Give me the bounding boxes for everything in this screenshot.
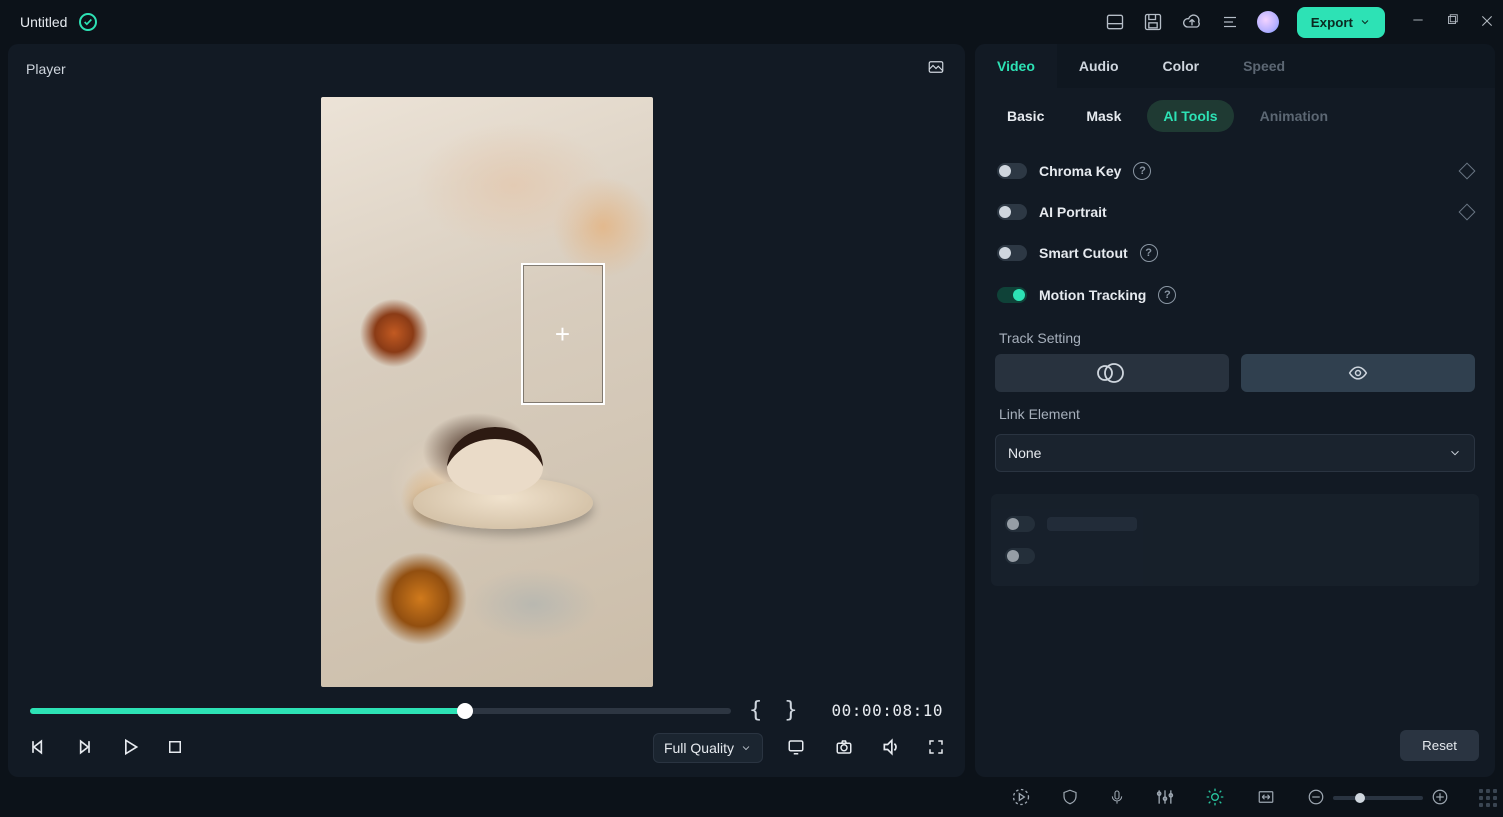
tab-speed: Speed [1221,44,1307,88]
disabled-toggle-2 [1005,548,1035,564]
reset-button[interactable]: Reset [1400,730,1479,761]
disabled-toggle-1 [1005,516,1035,532]
preview-canvas[interactable]: + [321,97,653,687]
save-icon[interactable] [1143,12,1163,32]
motion-track-frame[interactable]: + [521,263,605,405]
prop-tabs: Video Audio Color Speed [975,44,1495,88]
timecode-display: 00:00:08:10 [832,701,943,720]
smart-cutout-toggle[interactable] [997,245,1027,261]
help-icon[interactable] [1133,162,1151,180]
prev-frame-button[interactable] [28,737,48,760]
window-maximize-button[interactable] [1445,13,1459,32]
playhead-slider[interactable] [30,708,731,714]
player-panel: Player + { } 00:00:08:10 [8,44,965,777]
track-visibility-button[interactable] [1241,354,1475,392]
shield-icon[interactable] [1061,787,1079,810]
titlebar: Untitled Export [0,0,1503,44]
stop-button[interactable] [166,738,184,759]
export-button-label: Export [1311,15,1353,30]
player-title: Player [26,61,66,77]
subtab-aitools[interactable]: AI Tools [1147,100,1233,132]
camera-snapshot-icon[interactable] [833,738,855,759]
bottombar [0,779,1503,817]
keyframe-icon[interactable] [1459,163,1476,180]
mark-in-button[interactable]: { [745,698,766,723]
track-shape-button[interactable] [995,354,1229,392]
render-icon[interactable] [1011,787,1031,810]
audio-mixer-icon[interactable] [1155,787,1175,810]
zoom-control [1307,788,1449,809]
subtab-basic[interactable]: Basic [991,100,1060,132]
motion-tracking-label: Motion Tracking [1039,287,1146,303]
tool-smart-cutout: Smart Cutout [991,232,1479,274]
next-frame-button[interactable] [74,737,94,760]
volume-icon[interactable] [881,737,901,760]
fit-width-icon[interactable] [1255,788,1277,809]
brightness-icon[interactable] [1205,787,1225,810]
ai-portrait-label: AI Portrait [1039,204,1107,220]
plus-icon: + [555,321,570,347]
zoom-slider[interactable] [1333,796,1423,800]
disabled-options-block [991,494,1479,586]
user-avatar[interactable] [1257,11,1279,33]
link-element-select[interactable]: None [995,434,1475,472]
tool-motion-tracking: Motion Tracking [991,274,1479,316]
zoom-in-button[interactable] [1431,788,1449,809]
track-setting-label: Track Setting [991,316,1479,354]
subtab-animation: Animation [1244,100,1344,132]
play-button[interactable] [120,737,140,760]
link-element-label: Link Element [991,392,1479,430]
menu-lines-icon[interactable] [1221,13,1239,31]
tab-color[interactable]: Color [1141,44,1222,88]
project-title: Untitled [20,14,67,30]
tool-chroma-key: Chroma Key [991,150,1479,192]
export-button[interactable]: Export [1297,7,1385,38]
link-element-value: None [1008,445,1041,461]
smart-cutout-label: Smart Cutout [1039,245,1128,261]
help-icon[interactable] [1158,286,1176,304]
keyframe-icon[interactable] [1459,204,1476,221]
motion-tracking-toggle[interactable] [997,287,1027,303]
window-close-button[interactable] [1479,13,1495,32]
chroma-key-toggle[interactable] [997,163,1027,179]
tab-video[interactable]: Video [975,44,1057,88]
properties-panel: Video Audio Color Speed Basic Mask AI To… [975,44,1495,777]
sync-saved-icon [79,13,97,31]
ai-portrait-toggle[interactable] [997,204,1027,220]
resize-grip[interactable] [1479,789,1497,807]
zoom-out-button[interactable] [1307,788,1325,809]
fullscreen-icon[interactable] [927,738,945,759]
cloud-upload-icon[interactable] [1181,12,1203,32]
cast-icon[interactable] [785,738,807,759]
mark-out-button[interactable]: } [780,698,801,723]
tab-audio[interactable]: Audio [1057,44,1141,88]
tool-ai-portrait: AI Portrait [991,192,1479,232]
help-icon[interactable] [1140,244,1158,262]
snapshot-icon[interactable] [925,58,947,79]
mic-icon[interactable] [1109,787,1125,810]
window-minimize-button[interactable] [1411,13,1425,32]
quality-select[interactable]: Full Quality [653,733,763,763]
chroma-key-label: Chroma Key [1039,163,1121,179]
layout-icon[interactable] [1105,12,1125,32]
prop-subtabs: Basic Mask AI Tools Animation [975,88,1495,146]
quality-label: Full Quality [664,740,734,756]
subtab-mask[interactable]: Mask [1070,100,1137,132]
